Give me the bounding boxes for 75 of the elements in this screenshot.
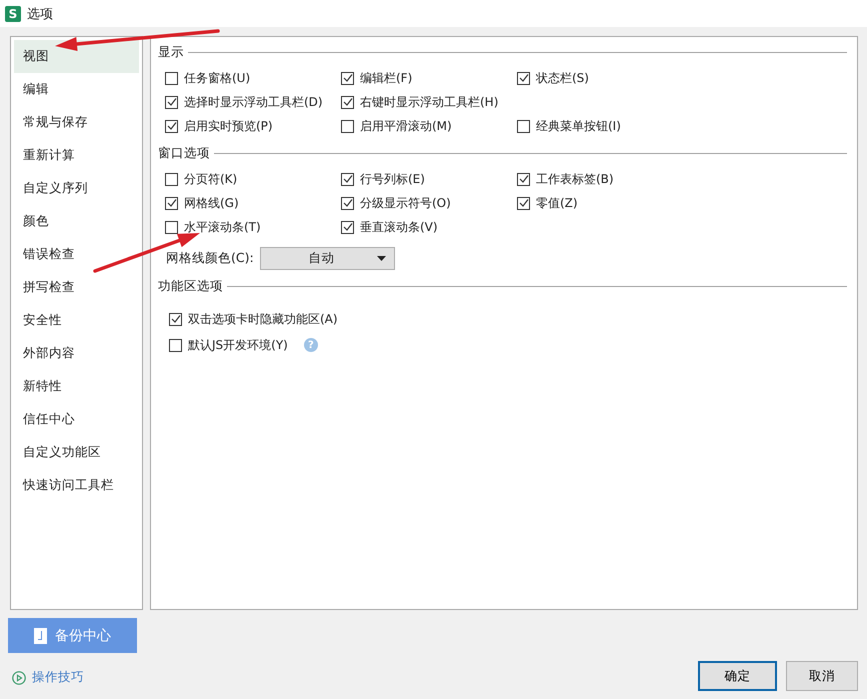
checkbox-label[interactable]: 启用实时预览(P) — [184, 118, 273, 134]
checkbox-label[interactable]: 选择时显示浮动工具栏(D) — [184, 94, 323, 110]
checkmark-icon — [342, 73, 352, 83]
sidebar-item[interactable]: 安全性 — [14, 304, 139, 337]
checkmark-icon — [518, 174, 528, 184]
sidebar-item[interactable]: 颜色 — [14, 205, 139, 238]
checkmark-icon — [166, 97, 176, 107]
checkbox[interactable] — [341, 196, 354, 210]
dropdown-label: 网格线颜色(C): — [166, 250, 254, 266]
checkbox-label[interactable]: 行号列标(E) — [360, 170, 425, 188]
checkbox-label[interactable]: 右键时显示浮动工具栏(H) — [360, 94, 498, 110]
checkbox-label[interactable]: 网格线(G) — [184, 194, 239, 212]
checkmark-icon — [166, 121, 176, 131]
checkbox-label[interactable]: 分级显示符号(O) — [360, 194, 451, 212]
checkbox[interactable] — [165, 120, 178, 132]
sidebar-item[interactable]: 常规与保存 — [14, 106, 139, 139]
checkbox-label[interactable]: 分页符(K) — [184, 170, 238, 188]
sidebar-item[interactable]: 快速访问工具栏 — [14, 469, 139, 502]
checkbox[interactable] — [165, 220, 178, 234]
checkbox[interactable] — [341, 96, 354, 108]
checkmark-icon — [342, 198, 352, 208]
cancel-button[interactable]: 取消 — [786, 661, 858, 691]
checkbox[interactable] — [341, 220, 354, 234]
caret-icon — [376, 256, 386, 260]
window-title: 选项 — [27, 6, 53, 22]
sidebar-item[interactable]: 自定义序列 — [14, 172, 139, 205]
checkbox[interactable] — [165, 96, 178, 108]
sidebar-item[interactable]: 自定义功能区 — [14, 436, 139, 469]
checkbox-label[interactable]: 双击选项卡时隐藏功能区(A) — [188, 310, 338, 328]
checkmark-icon — [518, 73, 528, 83]
sidebar-item[interactable]: 外部内容 — [14, 337, 139, 370]
ok-button[interactable]: 确定 — [698, 661, 777, 691]
sidebar-item[interactable]: 视图 — [14, 40, 139, 73]
checkbox[interactable] — [165, 196, 178, 210]
checkbox[interactable] — [517, 172, 530, 186]
sidebar-item[interactable]: 新特性 — [14, 370, 139, 403]
checkbox[interactable] — [169, 312, 182, 326]
color-dropdown[interactable]: 自动 — [260, 246, 395, 270]
section-title: 功能区选项 — [158, 278, 223, 294]
sidebar-item[interactable]: 拼写检查 — [14, 271, 139, 304]
play-icon — [12, 670, 26, 684]
section-title: 窗口选项 — [158, 144, 210, 162]
checkmark-icon — [170, 314, 180, 324]
checkmark-icon — [342, 97, 352, 107]
checkbox-label[interactable]: 状态栏(S) — [536, 70, 589, 86]
checkbox[interactable] — [169, 338, 182, 352]
checkbox-label[interactable]: 水平滚动条(T) — [184, 218, 261, 236]
sidebar-item[interactable]: 错误检查 — [14, 238, 139, 271]
checkbox[interactable] — [517, 196, 530, 210]
sidebar-item[interactable]: 重新计算 — [14, 139, 139, 172]
document-icon — [34, 628, 47, 644]
checkbox[interactable] — [165, 172, 178, 186]
checkbox-label[interactable]: 工作表标签(B) — [536, 170, 614, 188]
tips-link[interactable]: 操作技巧 — [8, 669, 137, 686]
checkmark-icon — [342, 174, 352, 184]
checkbox-label[interactable]: 垂直滚动条(V) — [360, 218, 438, 236]
sidebar-item[interactable]: 信任中心 — [14, 403, 139, 436]
checkmark-icon — [166, 198, 176, 208]
checkbox-label[interactable]: 启用平滑滚动(M) — [360, 118, 452, 134]
checkbox[interactable] — [165, 72, 178, 84]
checkbox-label[interactable]: 默认JS开发环境(Y) — [188, 336, 288, 354]
checkbox-label[interactable]: 编辑栏(F) — [360, 70, 412, 86]
checkbox-label[interactable]: 零值(Z) — [536, 194, 578, 212]
app-icon: S — [5, 6, 21, 22]
checkbox[interactable] — [517, 120, 530, 132]
checkmark-icon — [342, 222, 352, 232]
sidebar-item[interactable]: 编辑 — [14, 73, 139, 106]
checkbox[interactable] — [341, 72, 354, 84]
checkmark-icon — [518, 198, 528, 208]
section-title: 显示 — [158, 44, 184, 60]
checkbox[interactable] — [341, 172, 354, 186]
checkbox[interactable] — [341, 120, 354, 132]
checkbox[interactable] — [517, 72, 530, 84]
checkbox-label[interactable]: 任务窗格(U) — [184, 70, 250, 86]
checkbox-label[interactable]: 经典菜单按钮(I) — [536, 118, 621, 134]
